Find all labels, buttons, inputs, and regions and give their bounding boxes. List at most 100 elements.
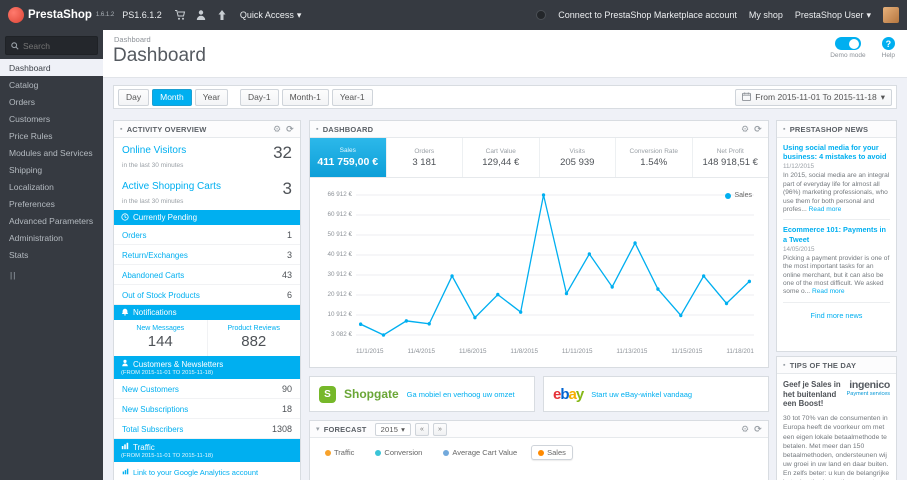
forecast-next-button[interactable]: » xyxy=(433,422,448,436)
filter-year-1-button[interactable]: Year-1 xyxy=(331,88,373,106)
chart-y-axis: 66 912 €60 912 € 50 912 €40 912 € 30 912… xyxy=(327,191,352,338)
user-menu[interactable]: PrestaShop User ▾ xyxy=(795,10,871,21)
filter-month-button[interactable]: Month xyxy=(152,88,192,106)
forecast-panel: ▾ FORECAST 2015 ▾ « » ⚙ ⟳ Traffic Conver… xyxy=(309,420,769,480)
date-range-picker[interactable]: From 2015-11-01 To 2015-11-18 ▾ xyxy=(735,88,892,106)
chevron-down-icon: ▾ xyxy=(401,424,406,434)
kpi-cart-value[interactable]: Cart Value 129,44 € xyxy=(463,138,540,177)
online-visitors-value: 32 xyxy=(273,143,292,162)
new-messages-cell[interactable]: New Messages 144 xyxy=(114,320,208,356)
forecast-toggle-sales[interactable]: Sales xyxy=(531,445,573,460)
active-carts-metric: Active Shopping Carts 3 in the last 30 m… xyxy=(114,174,300,210)
kpi-net-profit[interactable]: Net Profit 148 918,51 € xyxy=(693,138,769,177)
forecast-toggle-conversion[interactable]: Conversion xyxy=(368,445,429,460)
sidebar-item-advanced-parameters[interactable]: Advanced Parameters xyxy=(0,212,103,229)
calendar-icon xyxy=(742,91,752,103)
forecast-toggle-traffic[interactable]: Traffic xyxy=(318,445,361,460)
online-visitors-link[interactable]: Online Visitors xyxy=(122,145,186,156)
refresh-icon[interactable]: ⟳ xyxy=(286,124,294,134)
quick-access-menu[interactable]: Quick Access ▾ xyxy=(240,10,302,21)
prestashop-logo[interactable]: PrestaShop 1.6.1.2 xyxy=(8,7,114,23)
abandoned-carts-value: 43 xyxy=(281,270,292,280)
employee-icon[interactable] xyxy=(195,9,207,21)
toggle-switch-icon[interactable] xyxy=(834,37,861,50)
find-more-news-link[interactable]: Find more news xyxy=(783,308,890,322)
sidebar-item-shipping[interactable]: Shipping xyxy=(0,161,103,178)
active-carts-link[interactable]: Active Shopping Carts xyxy=(122,181,221,192)
online-visitors-subtext: in the last 30 minutes xyxy=(122,162,184,169)
total-subscribers-value: 1308 xyxy=(271,424,292,434)
out-of-stock-value: 6 xyxy=(286,290,292,300)
sidebar-item-localization[interactable]: Localization xyxy=(0,178,103,195)
forecast-year-select[interactable]: 2015 ▾ xyxy=(374,422,412,436)
sidebar-item-modules-and-services[interactable]: Modules and Services xyxy=(0,144,103,161)
search-input[interactable] xyxy=(23,40,95,51)
news-article-title[interactable]: Using social media for your business: 4 … xyxy=(783,143,890,161)
sidebar-item-stats[interactable]: Stats xyxy=(0,246,103,263)
panel-caret-icon[interactable]: ▾ xyxy=(316,425,320,433)
sidebar-item-orders[interactable]: Orders xyxy=(0,93,103,110)
google-analytics-link[interactable]: Link to your Google Analytics account xyxy=(114,462,300,480)
customers-row-new-subscriptions: New Subscriptions 18 xyxy=(114,399,300,419)
pending-returns-link[interactable]: Return/Exchanges xyxy=(122,251,188,260)
kpi-orders[interactable]: Orders 3 181 xyxy=(387,138,463,177)
topbar: PrestaShop 1.6.1.2 PS1.6.1.2 Quick Acces… xyxy=(0,0,907,30)
new-customers-link[interactable]: New Customers xyxy=(122,385,179,394)
ebay-card[interactable]: ebay Start uw eBay-winkel vandaag xyxy=(543,376,769,412)
kpi-sales[interactable]: Sales 411 759,00 € xyxy=(310,138,387,177)
traffic-header: Traffic (FROM 2015-11-01 TO 2015-11-18) xyxy=(114,439,300,462)
shopgate-link[interactable]: Ga mobiel en verhoog uw omzet xyxy=(407,390,515,399)
demo-mode-toggle[interactable]: Demo mode xyxy=(830,37,866,59)
filter-year-button[interactable]: Year xyxy=(194,88,228,106)
forecast-toggle-average-cart-value[interactable]: Average Cart Value xyxy=(436,445,524,460)
customers-row-total-subscribers: Total Subscribers 1308 xyxy=(114,419,300,439)
forecast-prev-button[interactable]: « xyxy=(415,422,430,436)
kpi-conversion-rate[interactable]: Conversion Rate 1.54% xyxy=(616,138,693,177)
read-more-link[interactable]: Read more xyxy=(812,288,845,295)
product-reviews-cell[interactable]: Product Reviews 882 xyxy=(208,320,301,356)
sidebar-item-customers[interactable]: Customers xyxy=(0,110,103,127)
refresh-icon[interactable]: ⟳ xyxy=(754,124,762,134)
traffic-title: Traffic xyxy=(133,442,155,452)
shopgate-card[interactable]: S Shopgate Ga mobiel en verhoog uw omzet xyxy=(309,376,535,412)
active-carts-value: 3 xyxy=(282,179,292,198)
news-article-title[interactable]: Ecommerce 101: Payments in a Tweet xyxy=(783,225,890,243)
ebay-logo-icon: ebay xyxy=(553,385,584,403)
read-more-link[interactable]: Read more xyxy=(809,206,842,213)
gear-icon[interactable]: ⚙ xyxy=(741,424,749,434)
collapse-menu-button[interactable]: || xyxy=(0,271,103,280)
kpi-visits[interactable]: Visits 205 939 xyxy=(540,138,616,177)
total-subscribers-link[interactable]: Total Subscribers xyxy=(122,425,183,434)
sidebar-item-administration[interactable]: Administration xyxy=(0,229,103,246)
my-shop-link[interactable]: My shop xyxy=(749,10,783,20)
refresh-icon[interactable]: ⟳ xyxy=(754,424,762,434)
marketplace-connect-link[interactable]: Connect to PrestaShop Marketplace accoun… xyxy=(558,10,737,20)
dashboard-panel-title: DASHBOARD xyxy=(322,124,374,134)
sidebar-item-dashboard[interactable]: Dashboard xyxy=(0,59,103,76)
pending-orders-link[interactable]: Orders xyxy=(122,231,146,240)
avatar[interactable] xyxy=(883,7,899,23)
sidebar-search[interactable] xyxy=(5,36,98,55)
gear-icon[interactable]: ⚙ xyxy=(741,124,749,134)
filter-day-1-button[interactable]: Day-1 xyxy=(239,88,279,106)
rocket-icon[interactable] xyxy=(216,9,228,21)
ingenico-brand: ingenico xyxy=(849,379,890,391)
help-button[interactable]: ? Help xyxy=(882,37,895,59)
sidebar-item-preferences[interactable]: Preferences xyxy=(0,195,103,212)
filter-month-1-button[interactable]: Month-1 xyxy=(281,88,329,106)
chart-plot-area[interactable] xyxy=(356,190,754,340)
sidebar-item-catalog[interactable]: Catalog xyxy=(0,76,103,93)
pending-returns-value: 3 xyxy=(286,250,292,260)
out-of-stock-link[interactable]: Out of Stock Products xyxy=(122,291,200,300)
tips-headline: Geef je Sales in het buitenland een Boos… xyxy=(783,380,841,409)
ebay-link[interactable]: Start uw eBay-winkel vandaag xyxy=(591,390,692,399)
filter-day-button[interactable]: Day xyxy=(118,88,150,106)
sidebar-item-price-rules[interactable]: Price Rules xyxy=(0,127,103,144)
new-subscriptions-link[interactable]: New Subscriptions xyxy=(122,405,188,414)
cart-icon[interactable] xyxy=(174,9,186,21)
chart-legend: Sales xyxy=(725,192,752,199)
help-icon[interactable]: ? xyxy=(881,37,895,50)
gear-icon[interactable]: ⚙ xyxy=(273,124,281,134)
abandoned-carts-link[interactable]: Abandoned Carts xyxy=(122,271,184,280)
sales-line-svg xyxy=(356,193,754,337)
